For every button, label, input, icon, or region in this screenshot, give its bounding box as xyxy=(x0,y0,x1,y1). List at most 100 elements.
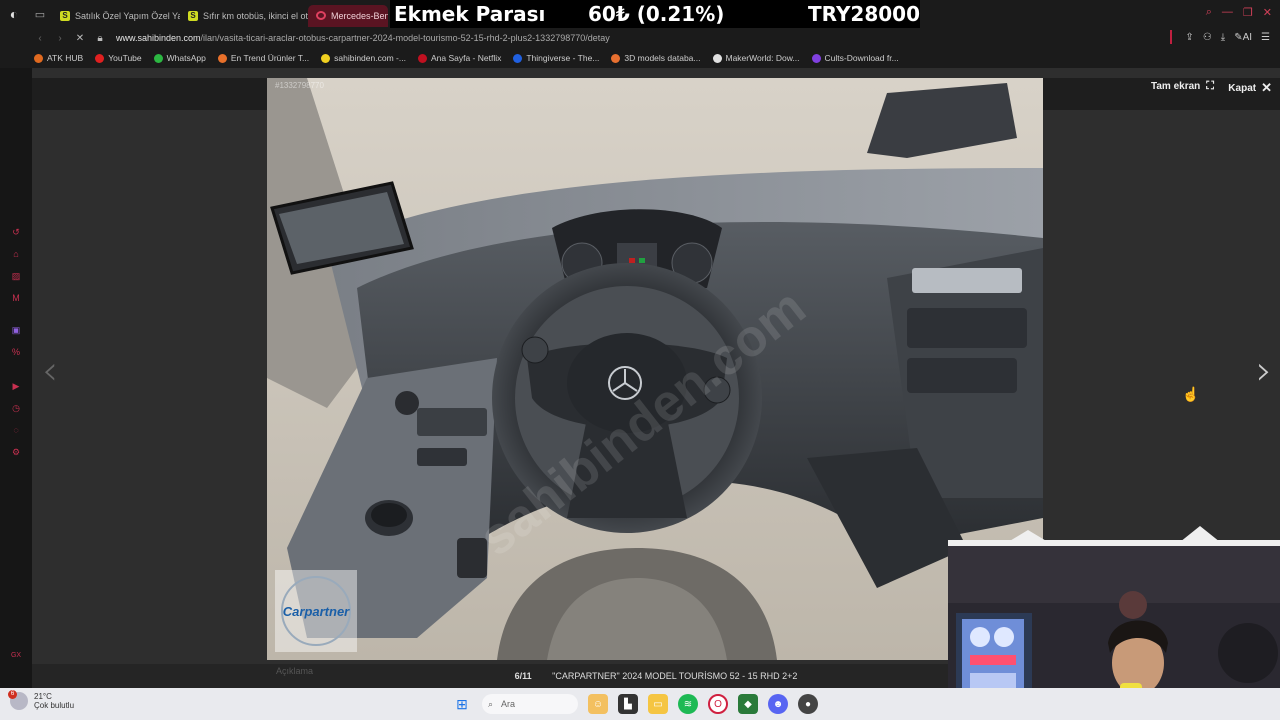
game-launcher-icon[interactable]: ◆ xyxy=(738,694,758,714)
hand-cursor-icon: ☝ xyxy=(1182,386,1200,402)
address-bar: ‹ › ✕ 🔒︎ www.sahibinden.com/ilan/vasita-… xyxy=(0,28,1280,48)
minimize-icon[interactable]: — xyxy=(1222,6,1233,19)
bag-icon[interactable]: ⌂ xyxy=(10,248,22,260)
carpartner-logo-text: Carpartner xyxy=(283,604,350,619)
clock-icon[interactable]: ◷ xyxy=(10,402,22,414)
ticker-change: 60₺ (0.21%) xyxy=(588,2,725,26)
ticker-label: Ekmek Parası xyxy=(394,2,546,26)
search-icon: ⌕ xyxy=(488,698,494,709)
spotify-icon[interactable]: ≋ xyxy=(678,694,698,714)
stream-ticker-overlay: Ekmek Parası 60₺ (0.21%) TRY28000 xyxy=(390,0,920,28)
bookmark-favicon-icon xyxy=(34,53,43,63)
gallery-icon[interactable]: ▨ xyxy=(10,270,22,282)
percent-icon[interactable]: % xyxy=(10,346,22,358)
close-window-icon[interactable]: ✕ xyxy=(1263,6,1272,19)
bookmark-favicon-icon xyxy=(811,53,821,63)
bus-dashboard-photo[interactable]: sahibinden.com Carpartner #1332798770 xyxy=(267,78,1043,660)
bookmark-label: En Trend Ürünler T... xyxy=(230,53,310,63)
share-icon[interactable]: ⇪ xyxy=(1185,32,1193,43)
lock-icon[interactable]: 🔒︎ xyxy=(90,33,110,44)
back-icon[interactable]: ‹ xyxy=(30,33,50,44)
fullscreen-icon: ⛶ xyxy=(1206,80,1214,92)
app-icon[interactable]: ● xyxy=(798,694,818,714)
history-icon[interactable]: ↺ xyxy=(10,226,22,238)
url-field[interactable]: www.sahibinden.com/ilan/vasita-ticari-ar… xyxy=(116,33,610,43)
bookmarks-bar: ATK HUB YouTube WhatsApp En Trend Ürünler T… xyxy=(0,48,1280,68)
download-icon[interactable]: ⤓ xyxy=(1221,32,1225,43)
tab-sifir-km[interactable]: S Sıfır km otobüs, ikinci el ot xyxy=(180,5,308,27)
loading-favicon-icon xyxy=(316,11,326,20)
bookmark-item[interactable]: En Trend Ürünler T... xyxy=(217,53,310,63)
settings-icon[interactable]: ⚙ xyxy=(10,446,22,458)
tab-label: Mercedes-Benz xyxy=(331,10,388,21)
discord-icon[interactable]: ☻ xyxy=(768,694,788,714)
browser-logo-icon[interactable]: ◐ xyxy=(0,0,28,28)
image-id: #1332798770 xyxy=(275,81,324,90)
next-image-arrow-icon[interactable]: › xyxy=(1256,348,1272,394)
bookmark-favicon-icon xyxy=(321,53,331,63)
sahibinden-favicon-icon: S xyxy=(188,10,198,21)
bookmark-label: sahibinden.com -... xyxy=(334,53,406,63)
weather-temp: 21°C xyxy=(34,692,52,701)
forward-icon[interactable]: › xyxy=(50,33,70,44)
weather-desc: Çok bulutlu xyxy=(34,701,75,710)
bookmark-favicon-icon xyxy=(712,53,722,63)
bookmark-item[interactable]: YouTube xyxy=(95,53,142,63)
weather-widget[interactable]: 6 21°C Çok bulutlu xyxy=(8,690,75,710)
fullscreen-button[interactable]: Tam ekran ⛶ xyxy=(1151,80,1214,93)
messenger-icon[interactable]: M xyxy=(10,292,22,304)
divider xyxy=(1170,30,1173,44)
bookmark-label: ATK HUB xyxy=(47,53,84,63)
bookmark-item[interactable]: Ana Sayfa - Netflix xyxy=(417,53,501,63)
bookmark-label: Cults-Download fr... xyxy=(824,53,899,63)
workspaces-icon[interactable]: ▭ xyxy=(28,0,52,28)
taskbar-apps: ⊞ ⌕ Ara ☺ ▙ ▭ ≋ O ◆ ☻ ● xyxy=(452,694,818,714)
play-icon[interactable]: ▶ xyxy=(10,380,22,392)
bookmark-item[interactable]: Thingiverse - The... xyxy=(513,53,599,63)
maximize-icon[interactable]: ❐ xyxy=(1243,6,1253,19)
bookmark-favicon-icon xyxy=(217,53,227,63)
notification-badge: 6 xyxy=(8,690,17,699)
windows-taskbar: 6 21°C Çok bulutlu ⊞ ⌕ Ara ☺ ▙ ▭ ≋ O ◆ ☻… xyxy=(0,688,1280,720)
tab-satilik[interactable]: S Satılık Özel Yapım Özel Yap xyxy=(52,5,180,27)
bus-dashboard-illustration: sahibinden.com Carpartner #1332798770 xyxy=(267,78,1043,660)
url-path: /ilan/vasita-ticari-araclar-otobus-carpa… xyxy=(200,33,610,43)
opera-gx-icon[interactable]: O xyxy=(708,694,728,714)
screen: ◐ ▭ S Satılık Özel Yapım Özel Yap S Sıfı… xyxy=(0,0,1280,720)
tab-mercedes-benz[interactable]: Mercedes-Benz xyxy=(308,4,388,27)
bookmark-item[interactable]: Cults-Download fr... xyxy=(811,53,899,63)
close-icon: ✕ xyxy=(1261,80,1272,95)
bookmark-item[interactable]: ATK HUB xyxy=(34,53,83,63)
window-controls: ⌕ — ❐ ✕ xyxy=(1206,6,1272,19)
bookmark-favicon-icon xyxy=(417,53,427,63)
bookmark-item[interactable]: WhatsApp xyxy=(153,53,206,63)
search-tabs-icon[interactable]: ⌕ xyxy=(1206,6,1212,19)
bookmark-favicon-icon xyxy=(153,53,163,63)
bookmark-favicon-icon xyxy=(95,53,105,63)
chat-icon[interactable]: ◌ xyxy=(10,424,22,436)
image-title: "CARPARTNER" 2024 MODEL TOURİSMO 52 - 15… xyxy=(552,671,798,681)
previous-image-arrow-icon[interactable]: ‹ xyxy=(42,348,58,394)
widgets-icon[interactable]: ☺ xyxy=(588,694,608,714)
bookmark-item[interactable]: MakerWorld: Dow... xyxy=(712,53,800,63)
file-explorer-icon[interactable]: ▭ xyxy=(648,694,668,714)
bookmark-item[interactable]: sahibinden.com -... xyxy=(321,53,406,63)
profile-icon[interactable]: ⚇ xyxy=(1203,32,1212,43)
stop-loading-icon[interactable]: ✕ xyxy=(70,33,90,44)
twitch-icon[interactable]: ▣ xyxy=(10,324,22,336)
ai-icon[interactable]: ✎AI xyxy=(1234,32,1252,43)
bookmark-item[interactable]: 3D models databa... xyxy=(611,53,701,63)
tab-label: Sıfır km otobüs, ikinci el ot xyxy=(203,10,308,21)
description-tab[interactable]: Açıklama xyxy=(276,666,313,676)
close-gallery-button[interactable]: Kapat ✕ xyxy=(1228,80,1272,96)
menu-icon[interactable]: ☰ xyxy=(1261,32,1270,43)
cloud-icon: 6 xyxy=(8,690,28,710)
image-index: 6/11 xyxy=(514,671,532,681)
bookmark-label: WhatsApp xyxy=(166,53,206,63)
gx-icon[interactable]: GX xyxy=(10,650,22,662)
bookmark-favicon-icon xyxy=(513,53,523,63)
fullscreen-label: Tam ekran xyxy=(1151,81,1201,92)
start-windows-icon[interactable]: ⊞ xyxy=(452,694,472,714)
task-view-icon[interactable]: ▙ xyxy=(618,694,638,714)
taskbar-search[interactable]: ⌕ Ara xyxy=(482,694,578,714)
